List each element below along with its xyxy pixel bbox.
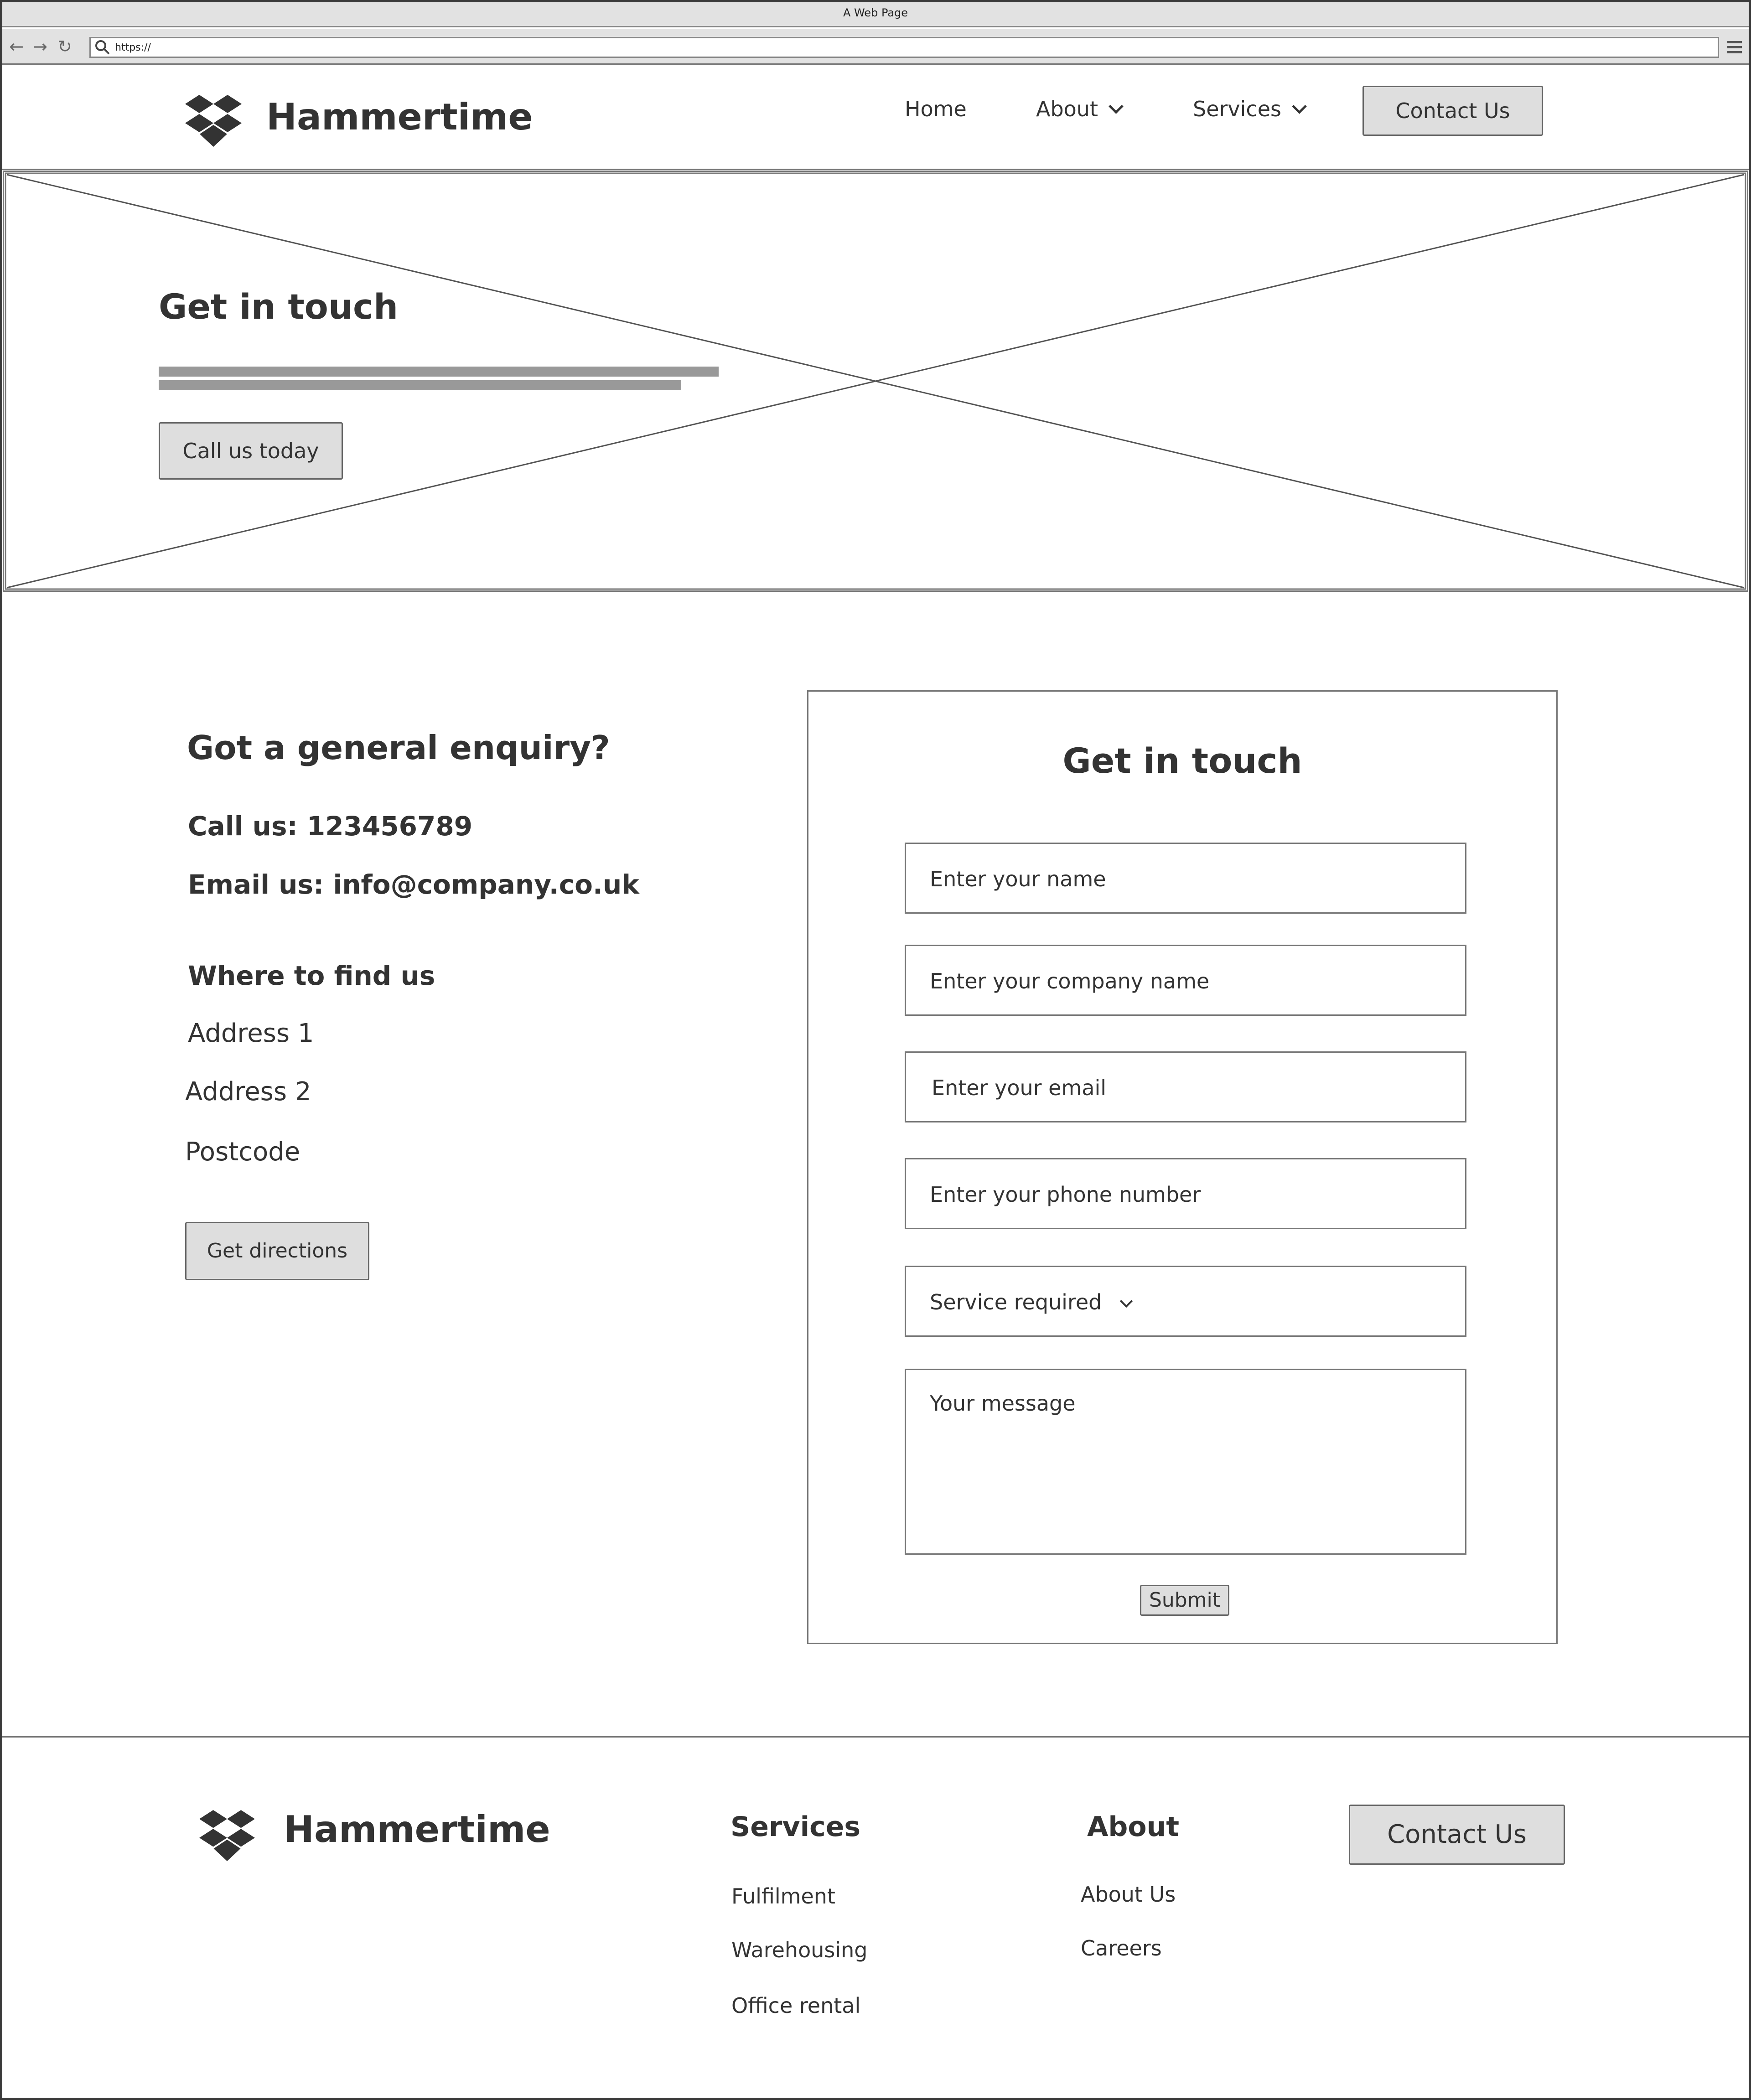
nav-home[interactable]: Home — [905, 97, 967, 121]
phone-input[interactable]: Enter your phone number — [905, 1158, 1466, 1229]
forward-arrow-icon[interactable]: → — [31, 36, 49, 57]
submit-button[interactable]: Submit — [1140, 1585, 1229, 1616]
service-select-value: Service required — [930, 1290, 1102, 1314]
header-contact-button[interactable]: Contact Us — [1362, 86, 1543, 136]
service-select[interactable]: Service required — [905, 1266, 1466, 1337]
search-icon — [95, 40, 110, 55]
enquiry-heading: Got a general enquiry? — [187, 729, 610, 767]
url-text: https:// — [115, 42, 151, 53]
footer-logo-icon[interactable] — [199, 1810, 255, 1861]
email-input-placeholder: Enter your email — [932, 1076, 1107, 1100]
nav-services[interactable]: Services — [1193, 97, 1307, 121]
footer-services-heading: Services — [730, 1811, 861, 1843]
hero-text-line — [159, 380, 681, 390]
footer-about-heading: About — [1087, 1811, 1180, 1843]
nav-about[interactable]: About — [1036, 97, 1124, 121]
service-select-label: Service required — [930, 1290, 1133, 1314]
footer-contact-button[interactable]: Contact Us — [1349, 1805, 1565, 1865]
address-bar[interactable] — [89, 37, 1719, 58]
email-input[interactable]: Enter your email — [905, 1051, 1466, 1122]
call-us-button[interactable]: Call us today — [159, 422, 343, 480]
hero-title: Get in touch — [159, 286, 399, 327]
brand-name[interactable]: Hammertime — [266, 96, 533, 138]
chevron-down-icon — [1292, 99, 1307, 114]
browser-window-title: A Web Page — [843, 6, 908, 19]
email-text: Email us: info@company.co.uk — [188, 869, 639, 900]
header-divider — [0, 169, 1751, 170]
phone-text: Call us: 123456789 — [188, 811, 473, 842]
find-us-heading: Where to find us — [188, 960, 435, 991]
reload-icon[interactable]: ↻ — [56, 36, 74, 57]
address-line-2: Address 2 — [185, 1077, 311, 1107]
logo-icon[interactable] — [185, 95, 242, 147]
hamburger-menu-icon[interactable] — [1726, 38, 1743, 57]
company-input-placeholder: Enter your company name — [930, 969, 1210, 993]
chevron-down-icon — [1109, 99, 1124, 114]
get-directions-button[interactable]: Get directions — [185, 1222, 369, 1280]
footer-link-careers[interactable]: Careers — [1081, 1936, 1162, 1960]
footer-divider — [0, 1736, 1751, 1738]
nav-services-label: Services — [1193, 97, 1281, 121]
message-textarea-placeholder: Your message — [930, 1391, 1076, 1416]
footer-link-warehousing[interactable]: Warehousing — [731, 1938, 867, 1962]
phone-input-placeholder: Enter your phone number — [930, 1182, 1201, 1207]
message-textarea[interactable]: Your message — [905, 1369, 1466, 1555]
hero-text-line — [159, 367, 719, 377]
footer-link-about-us[interactable]: About Us — [1081, 1882, 1176, 1907]
nav-about-label: About — [1036, 97, 1098, 121]
back-arrow-icon[interactable]: ← — [7, 36, 26, 57]
address-line-1: Address 1 — [188, 1019, 314, 1048]
footer-link-fulfilment[interactable]: Fulfilment — [731, 1884, 835, 1909]
footer-link-office-rental[interactable]: Office rental — [731, 1993, 860, 2018]
form-title: Get in touch — [1062, 740, 1302, 781]
footer-brand-name[interactable]: Hammertime — [284, 1808, 550, 1851]
postcode: Postcode — [185, 1137, 300, 1167]
name-input[interactable]: Enter your name — [905, 843, 1466, 914]
chevron-down-icon — [1120, 1294, 1133, 1308]
company-input[interactable]: Enter your company name — [905, 945, 1466, 1016]
name-input-placeholder: Enter your name — [930, 867, 1106, 891]
